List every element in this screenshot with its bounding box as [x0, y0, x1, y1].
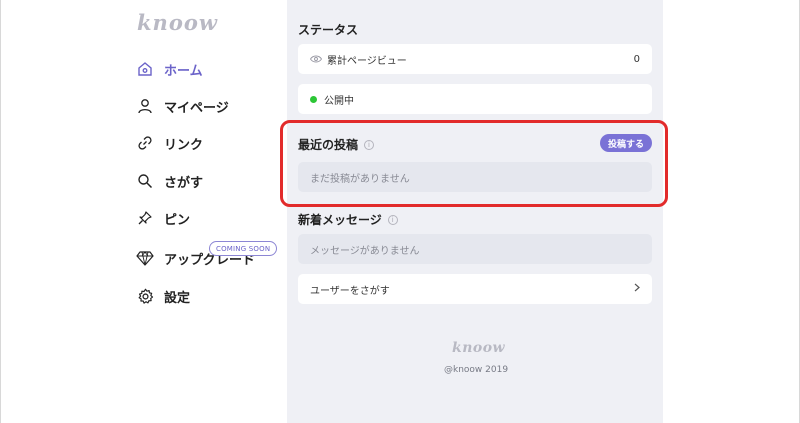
- find-users-link[interactable]: ユーザーをさがす: [298, 274, 652, 304]
- messages-title: 新着メッセージ i: [298, 211, 398, 228]
- pageviews-label: 累計ページビュー: [327, 55, 407, 67]
- status-title-text: ステータス: [298, 23, 359, 37]
- messages-empty: メッセージがありません: [298, 234, 652, 264]
- sidebar-item-search[interactable]: さがす: [136, 170, 203, 192]
- footer-copyright: @knoow 2019: [444, 365, 509, 375]
- sidebar-item-mypage[interactable]: マイページ: [136, 95, 229, 117]
- pin-icon: [136, 209, 154, 227]
- sidebar-item-label: ホーム: [164, 63, 203, 79]
- footer-logo: knoow: [452, 340, 506, 356]
- sidebar-item-pin[interactable]: ピン: [136, 207, 190, 229]
- highlight-annotation: [280, 120, 668, 207]
- search-icon: [136, 172, 154, 190]
- sidebar-item-settings[interactable]: 設定: [136, 285, 190, 307]
- info-icon[interactable]: i: [387, 214, 398, 225]
- status-section-title: ステータス: [298, 21, 358, 38]
- sidebar-item-label: ピン: [164, 212, 191, 228]
- diamond-icon: [136, 249, 154, 267]
- visibility-label: 公開中: [324, 95, 354, 107]
- user-icon: [136, 97, 154, 115]
- visibility-card: 公開中: [298, 84, 652, 114]
- sidebar-item-home[interactable]: ホーム: [136, 58, 203, 80]
- right-gutter: [663, 0, 800, 423]
- sidebar-item-label: さがす: [164, 175, 204, 191]
- messages-title-text: 新着メッセージ: [298, 213, 382, 227]
- chevron-right-icon: [634, 283, 640, 295]
- sidebar-item-link[interactable]: リンク: [136, 132, 203, 154]
- sidebar-item-label: マイページ: [164, 100, 229, 116]
- home-icon: [136, 60, 154, 78]
- sidebar: knoow ホーム マイページ リンク さがす ピン アップグレード COMIN…: [0, 0, 287, 423]
- coming-soon-badge: COMING SOON: [209, 241, 278, 256]
- sidebar-item-label: リンク: [164, 137, 204, 153]
- find-users-label: ユーザーをさがす: [310, 285, 390, 297]
- sidebar-item-label: 設定: [164, 290, 191, 306]
- eye-icon: [310, 55, 322, 63]
- messages-empty-text: メッセージがありません: [310, 245, 420, 257]
- pageviews-value: 0: [633, 53, 640, 65]
- pageviews-card: 累計ページビュー 0: [298, 44, 652, 74]
- link-icon: [136, 134, 154, 152]
- gear-icon: [136, 287, 154, 305]
- status-dot-icon: [310, 95, 317, 103]
- brand-logo[interactable]: knoow: [137, 10, 218, 35]
- window-left-border: [0, 0, 1, 423]
